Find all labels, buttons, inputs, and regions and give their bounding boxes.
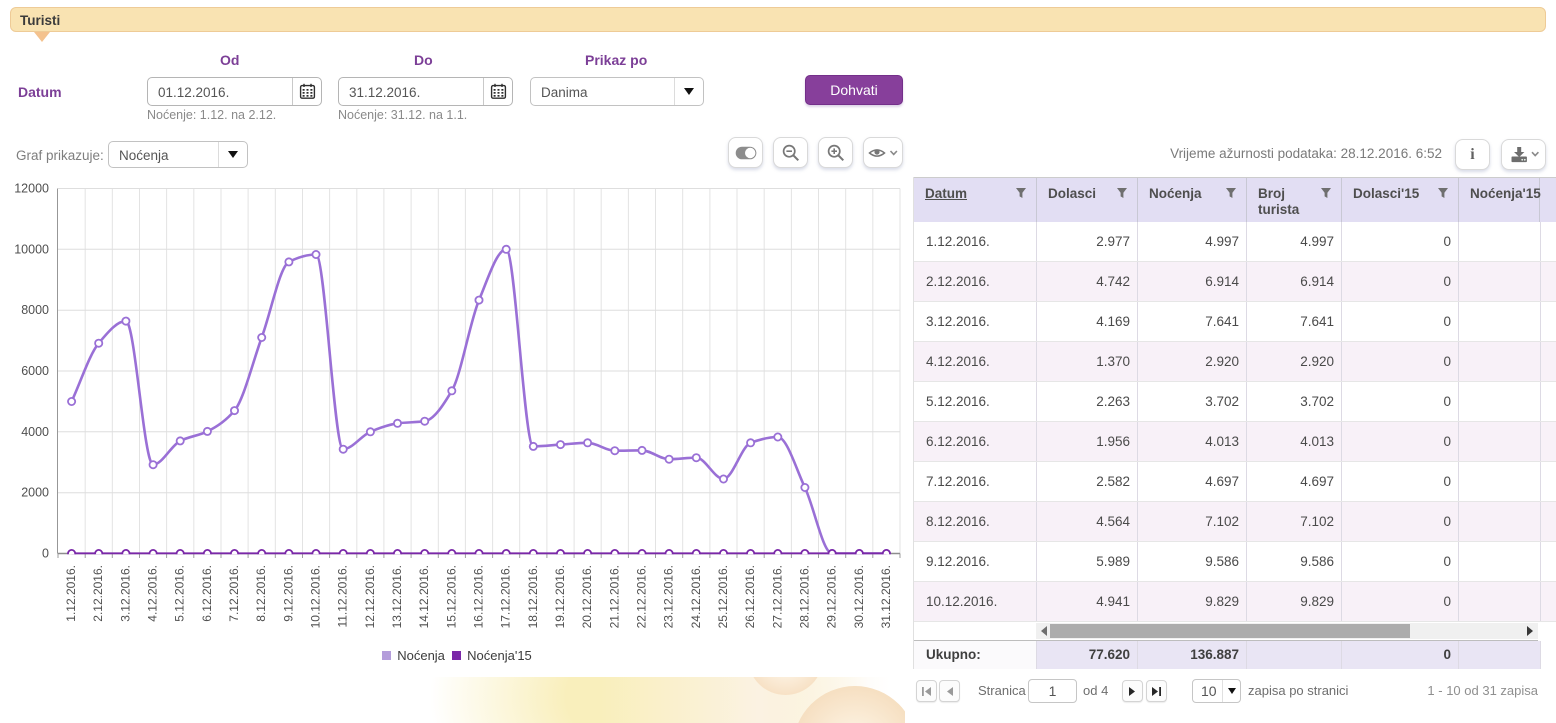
svg-text:10000: 10000: [14, 242, 49, 256]
svg-text:28.12.2016.: 28.12.2016.: [797, 565, 811, 628]
svg-text:22.12.2016.: 22.12.2016.: [635, 565, 649, 628]
svg-text:0: 0: [42, 547, 49, 561]
svg-text:21.12.2016.: 21.12.2016.: [607, 565, 621, 628]
svg-text:8000: 8000: [21, 303, 49, 317]
svg-text:6.12.2016.: 6.12.2016.: [200, 565, 214, 622]
svg-text:8.12.2016.: 8.12.2016.: [254, 565, 268, 622]
svg-text:17.12.2016.: 17.12.2016.: [499, 565, 513, 628]
svg-text:20.12.2016.: 20.12.2016.: [580, 565, 594, 628]
svg-text:3.12.2016.: 3.12.2016.: [118, 565, 132, 622]
svg-text:29.12.2016.: 29.12.2016.: [825, 565, 839, 628]
svg-text:1.12.2016.: 1.12.2016.: [64, 565, 78, 622]
svg-text:13.12.2016.: 13.12.2016.: [390, 565, 404, 628]
svg-text:30.12.2016.: 30.12.2016.: [852, 565, 866, 628]
svg-text:12.12.2016.: 12.12.2016.: [363, 565, 377, 628]
svg-text:23.12.2016.: 23.12.2016.: [662, 565, 676, 628]
svg-text:11.12.2016.: 11.12.2016.: [336, 565, 350, 628]
svg-text:15.12.2016.: 15.12.2016.: [444, 565, 458, 628]
svg-text:27.12.2016.: 27.12.2016.: [770, 565, 784, 628]
svg-text:5.12.2016.: 5.12.2016.: [173, 565, 187, 622]
svg-text:12000: 12000: [14, 182, 49, 196]
svg-text:31.12.2016.: 31.12.2016.: [879, 565, 893, 628]
svg-text:24.12.2016.: 24.12.2016.: [689, 565, 703, 628]
svg-text:26.12.2016.: 26.12.2016.: [743, 565, 757, 628]
svg-text:16.12.2016.: 16.12.2016.: [472, 565, 486, 628]
svg-text:7.12.2016.: 7.12.2016.: [227, 565, 241, 622]
svg-text:19.12.2016.: 19.12.2016.: [553, 565, 567, 628]
svg-text:2.12.2016.: 2.12.2016.: [91, 565, 105, 622]
svg-text:9.12.2016.: 9.12.2016.: [281, 565, 295, 622]
svg-text:4.12.2016.: 4.12.2016.: [146, 565, 160, 622]
svg-text:10.12.2016.: 10.12.2016.: [309, 565, 323, 628]
svg-text:25.12.2016.: 25.12.2016.: [716, 565, 730, 628]
svg-text:4000: 4000: [21, 425, 49, 439]
svg-text:2000: 2000: [21, 486, 49, 500]
svg-text:18.12.2016.: 18.12.2016.: [526, 565, 540, 628]
svg-text:14.12.2016.: 14.12.2016.: [417, 565, 431, 628]
svg-text:6000: 6000: [21, 364, 49, 378]
